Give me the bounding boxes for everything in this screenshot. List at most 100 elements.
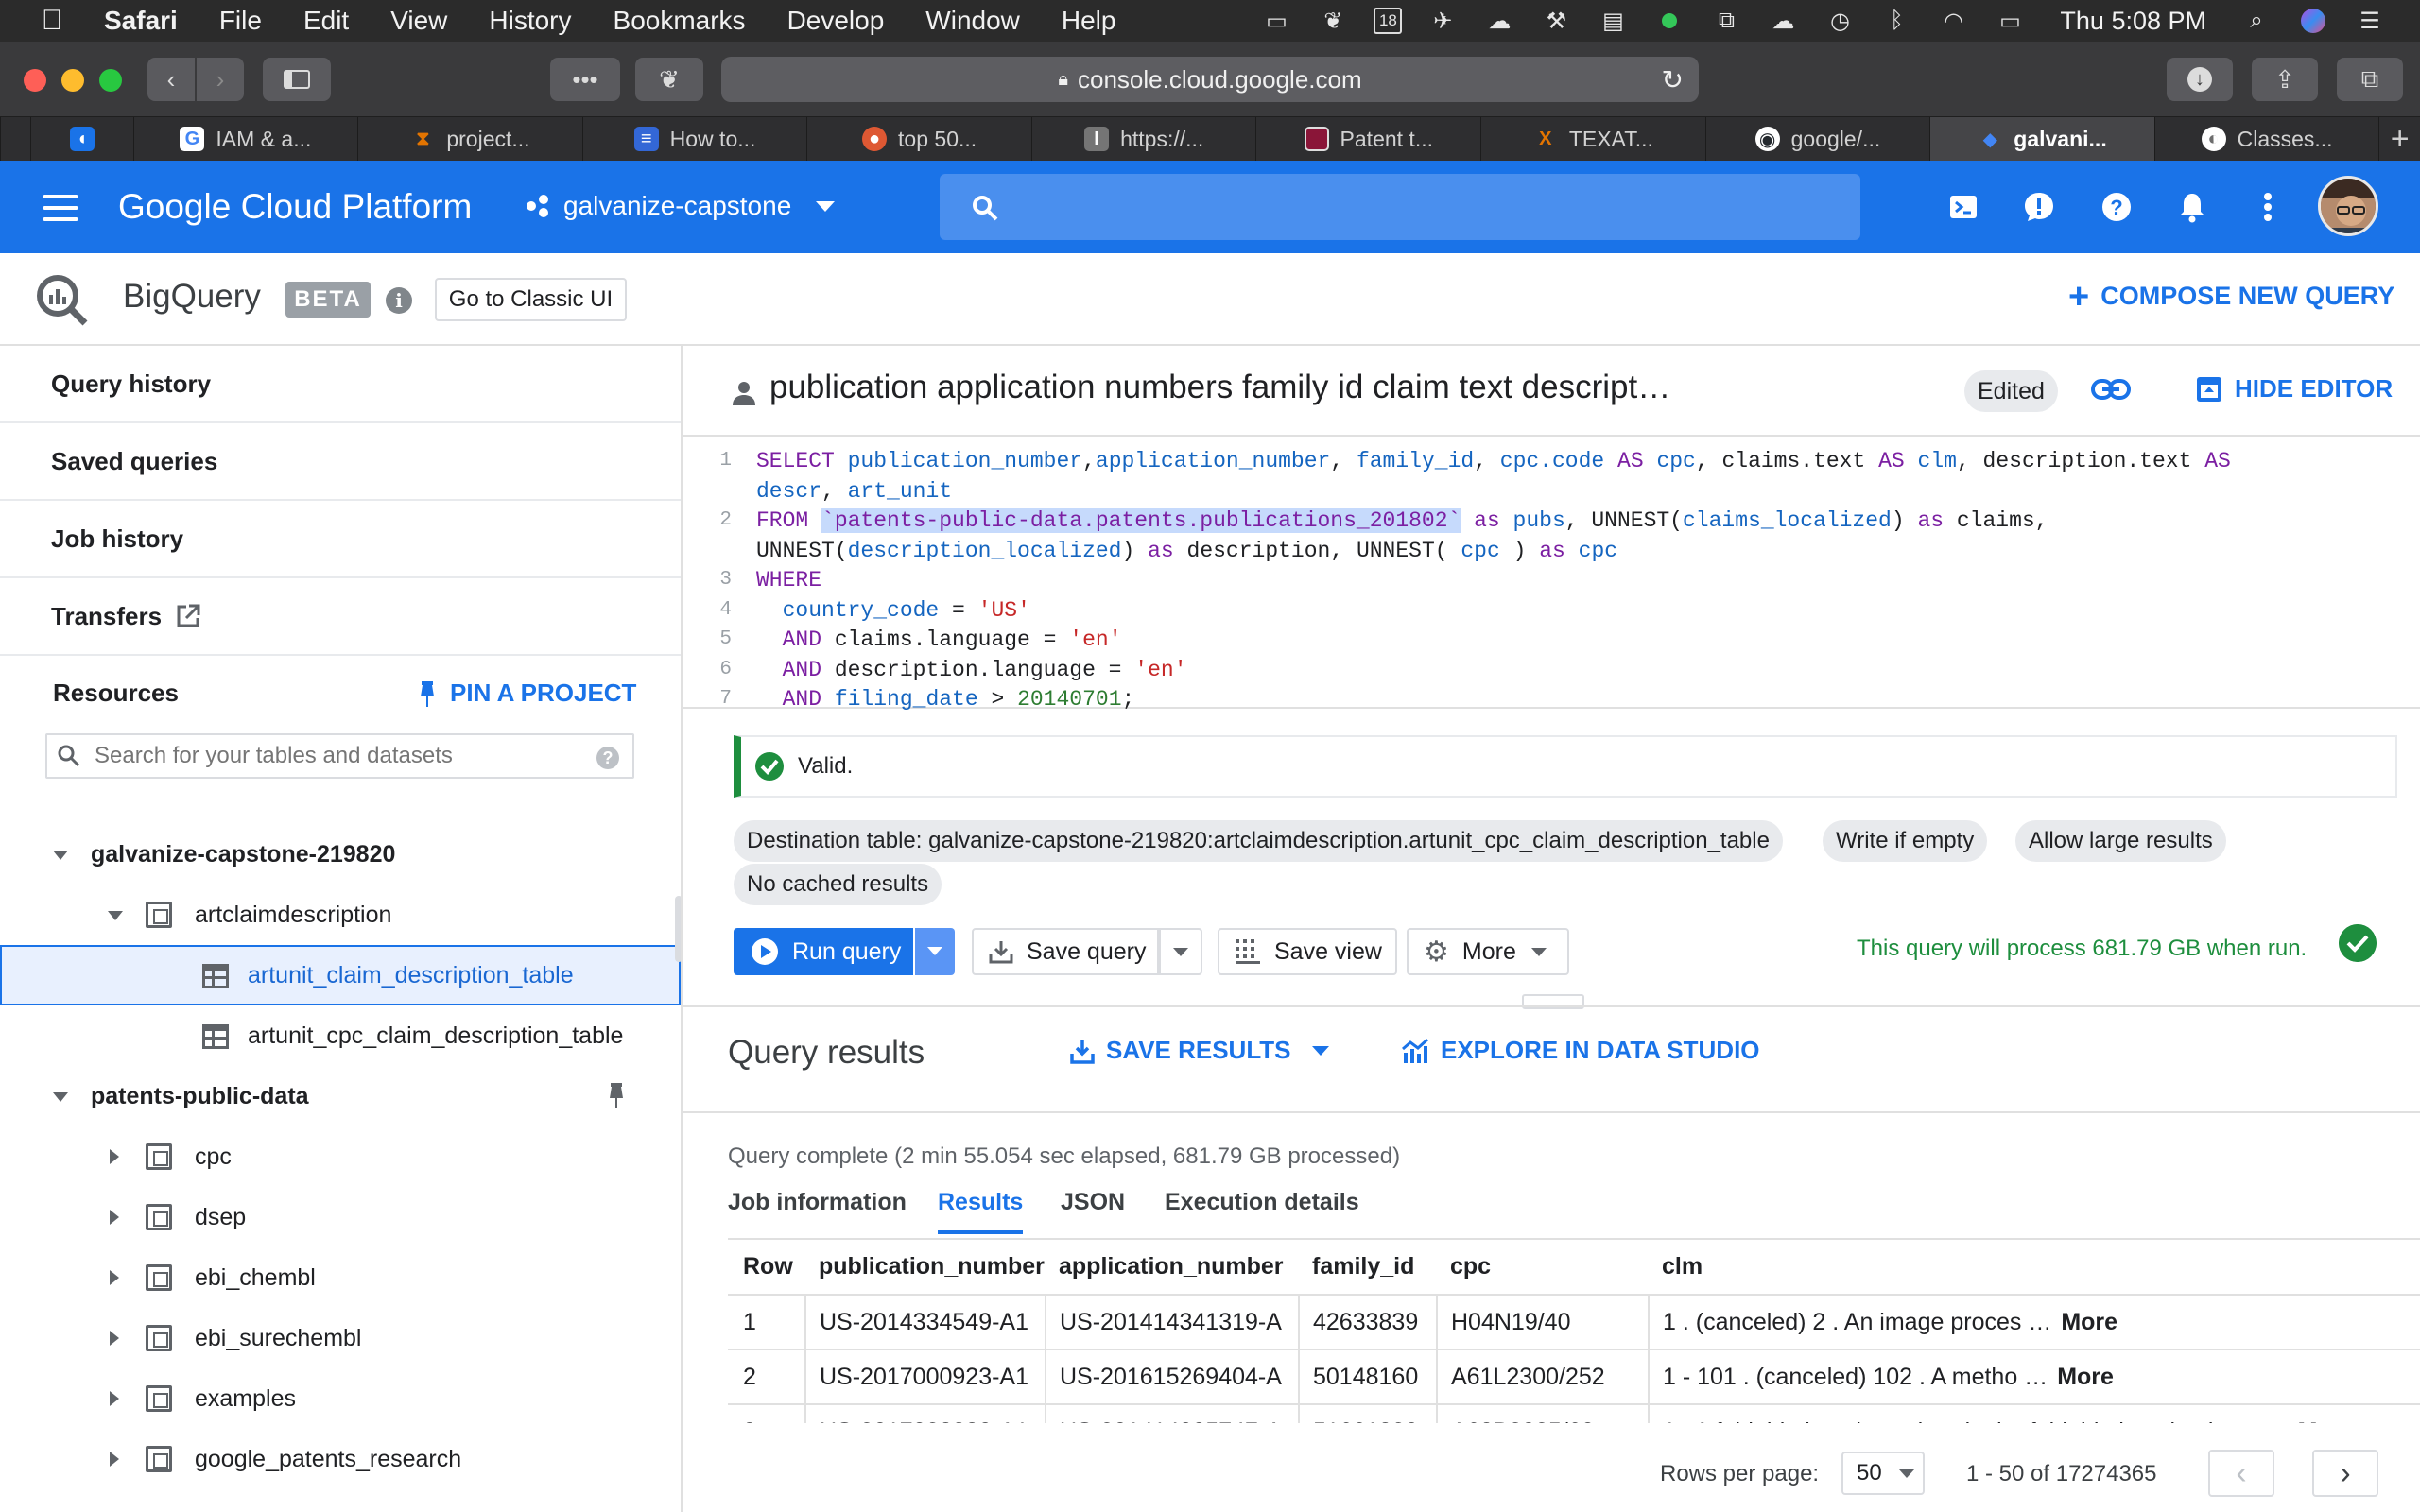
evernote-extension-button[interactable]: ❦	[635, 58, 703, 101]
browser-tab-10[interactable]: ◐ Classes...	[2153, 117, 2379, 161]
allow-large-results-chip[interactable]: Allow large results	[2015, 820, 2226, 862]
sidebar-toggle-button[interactable]	[263, 58, 331, 101]
explore-in-data-studio-button[interactable]: EXPLORE IN DATA STUDIO	[1401, 1036, 1760, 1065]
spotlight-icon[interactable]: ⌕	[2240, 8, 2273, 33]
notifications-bell-icon[interactable]	[2174, 189, 2210, 225]
avatar[interactable]	[2318, 176, 2378, 236]
browser-tab-7[interactable]: X TEXAT...	[1480, 117, 1705, 161]
extensions-button[interactable]: •••	[550, 58, 620, 101]
tab-overview-button[interactable]: ⧉	[2337, 58, 2403, 101]
tree-project-patents-public-data[interactable]: patents-public-data	[0, 1066, 681, 1126]
tool-icon[interactable]: ⚒	[1540, 9, 1572, 34]
tab-job-information[interactable]: Job information	[728, 1189, 907, 1234]
new-tab-button[interactable]: +	[2378, 117, 2420, 161]
sidebar-item-job-history[interactable]: Job history	[0, 501, 681, 578]
save-query-dropdown[interactable]	[1159, 928, 1202, 975]
table-row[interactable]: 1 US-2014334549-A1 US-201414341319-A 426338…	[728, 1295, 2420, 1350]
tables-search-field[interactable]: ?	[45, 733, 634, 779]
query-title[interactable]: publication application numbers family i…	[769, 369, 1677, 406]
menu-window[interactable]: Window	[925, 6, 1020, 36]
downloads-button[interactable]: ↓	[2167, 58, 2233, 101]
tree-table-artunit-cpc-claim-description[interactable]: artunit_cpc_claim_description_table	[0, 1005, 681, 1066]
tree-dataset-ebi-chembl[interactable]: ebi_chembl	[0, 1247, 681, 1308]
menu-edit[interactable]: Edit	[303, 6, 349, 36]
cloud-shell-icon[interactable]	[1945, 189, 1981, 225]
wifi-icon[interactable]: ◠	[1937, 9, 1969, 34]
reload-icon[interactable]: ↻	[1662, 64, 1684, 95]
write-if-empty-chip[interactable]: Write if empty	[1823, 820, 1988, 862]
rows-per-page-select[interactable]: 50	[1841, 1452, 1925, 1495]
bluetooth-icon[interactable]: ᛒ	[1880, 8, 1912, 33]
back-button[interactable]: ‹	[147, 58, 195, 101]
more-vert-icon[interactable]	[2250, 189, 2286, 225]
evernote-icon[interactable]: ❦	[1317, 9, 1349, 34]
save-query-button[interactable]: Save query	[972, 928, 1159, 975]
expand-arrow-icon[interactable]	[110, 1210, 119, 1225]
tree-dataset-artclaimdescription[interactable]: artclaimdescription	[0, 885, 681, 945]
expand-arrow-icon[interactable]	[110, 1149, 119, 1164]
run-options-dropdown[interactable]	[915, 928, 955, 975]
zoom-window-button[interactable]	[99, 69, 122, 92]
notification-center-icon[interactable]: ☰	[2354, 9, 2386, 34]
tree-dataset-google-patents-research[interactable]: google_patents_research	[0, 1429, 681, 1489]
browser-tab-6[interactable]: Patent t...	[1255, 117, 1480, 161]
battery-meter-icon[interactable]: ▤	[1597, 9, 1629, 34]
sql-line[interactable]: 3 WHERE	[683, 565, 2420, 595]
sql-line[interactable]: 2 FROM `patents-public-data.patents.publi…	[683, 506, 2420, 536]
tab-results[interactable]: Results	[938, 1189, 1024, 1234]
expand-arrow-icon[interactable]	[110, 1331, 119, 1346]
battery-icon[interactable]: ▭	[1994, 9, 2026, 34]
link-icon[interactable]	[2091, 376, 2131, 403]
menu-app-safari[interactable]: Safari	[104, 6, 178, 36]
feedback-alert-icon[interactable]	[2021, 189, 2057, 225]
menu-file[interactable]: File	[219, 6, 262, 36]
calendar-icon[interactable]: 18	[1374, 8, 1403, 34]
address-bar[interactable]: 🔒︎ console.cloud.google.com ↻	[721, 57, 1699, 102]
cloud-icon[interactable]: ☁	[1767, 9, 1799, 34]
tree-table-artunit-claim-description[interactable]: artunit_claim_description_table	[0, 945, 681, 1005]
sql-line[interactable]: 1 SELECT publication_number,application_n…	[683, 446, 2420, 476]
hamburger-menu-icon[interactable]	[43, 195, 78, 221]
gcp-title[interactable]: Google Cloud Platform	[118, 187, 472, 227]
menu-history[interactable]: History	[489, 6, 571, 36]
tree-dataset-dsep[interactable]: dsep	[0, 1187, 681, 1247]
vpn-icon[interactable]: ✈	[1426, 9, 1459, 34]
sql-line[interactable]: UNNEST(description_localized) as descrip…	[683, 536, 2420, 566]
save-results-button[interactable]: SAVE RESULTS	[1070, 1036, 1329, 1065]
sidebar-item-saved-queries[interactable]: Saved queries	[0, 423, 681, 501]
cell-more-link[interactable]: More	[2057, 1364, 2114, 1390]
sidebar-item-transfers[interactable]: Transfers	[0, 578, 681, 656]
sidebar-resize-handle[interactable]	[675, 896, 681, 962]
menu-bookmarks[interactable]: Bookmarks	[614, 6, 746, 36]
siri-icon[interactable]	[2297, 9, 2329, 33]
close-window-button[interactable]	[24, 69, 46, 92]
browser-tab-3[interactable]: ≡ How to...	[581, 117, 807, 161]
destination-table-chip[interactable]: Destination table: galvanize-capstone-21…	[734, 820, 1783, 862]
help-icon[interactable]: ?	[2099, 189, 2135, 225]
share-button[interactable]: ⇪	[2252, 58, 2318, 101]
project-selector[interactable]: galvanize-capstone	[526, 191, 836, 221]
pinned-icon[interactable]	[607, 1081, 626, 1109]
cell-more-link[interactable]: More	[2061, 1309, 2118, 1335]
tree-dataset-ebi-surechembl[interactable]: ebi_surechembl	[0, 1308, 681, 1368]
previous-page-button[interactable]: ‹	[2208, 1450, 2274, 1497]
sidebar-item-query-history[interactable]: Query history	[0, 346, 681, 423]
sql-line[interactable]: 6 AND description.language = 'en'	[683, 655, 2420, 685]
tree-project-galvanize[interactable]: galvanize-capstone-219820	[0, 824, 681, 885]
info-icon[interactable]: i	[386, 287, 412, 314]
browser-tab-4[interactable]: ● top 50...	[806, 117, 1031, 161]
help-icon[interactable]: ?	[596, 747, 619, 769]
time-machine-icon[interactable]: ◷	[1824, 9, 1856, 34]
clock[interactable]: Thu 5:08 PM	[2060, 7, 2206, 36]
display-icon[interactable]: ⧉	[1710, 8, 1742, 33]
run-query-button[interactable]: Run query	[734, 928, 913, 975]
apple-menu-icon[interactable]: 	[38, 5, 66, 37]
browser-tab-0[interactable]	[0, 117, 30, 161]
sql-line[interactable]: 4 country_code = 'US'	[683, 595, 2420, 626]
expand-arrow-icon[interactable]	[110, 1391, 119, 1406]
screen-mirror-icon[interactable]: ▭	[1260, 9, 1292, 34]
expand-arrow-icon[interactable]	[110, 1270, 119, 1285]
collapse-arrow-icon[interactable]	[53, 1092, 68, 1102]
gcp-search-bar[interactable]	[940, 174, 1860, 240]
no-cached-results-chip[interactable]: No cached results	[734, 864, 942, 905]
